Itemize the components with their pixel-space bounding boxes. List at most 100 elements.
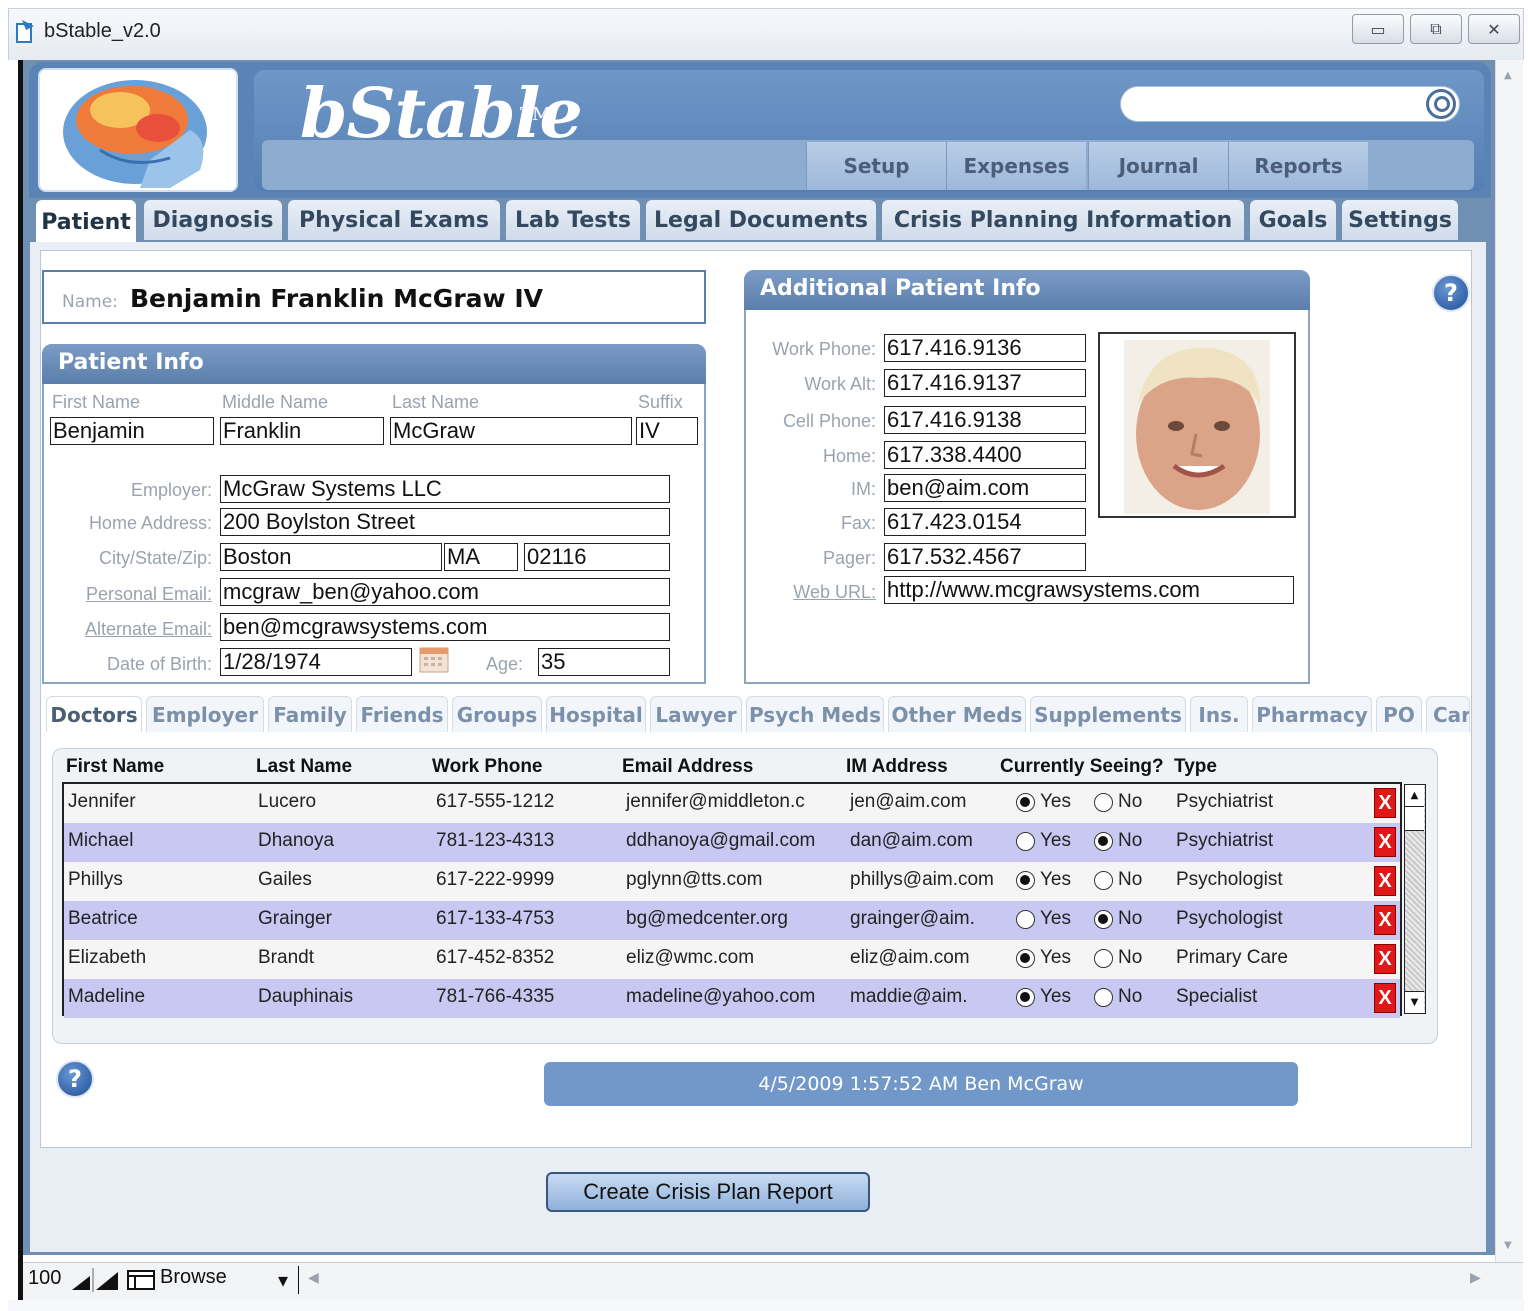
doctor-last-name[interactable]: Grainger [258,908,332,930]
table-row[interactable]: Beatrice Grainger 617-133-4753 bg@medcenter… [64,901,1400,940]
web-url-field[interactable]: http://www.mcgrawsystems.com [884,576,1294,604]
patient-photo-frame[interactable] [1098,332,1296,518]
table-row[interactable]: Madeline Dauphinais 781-766-4335 madeline@y… [64,979,1400,1018]
currently-seeing-yes-radio[interactable] [1016,871,1035,890]
doctor-email[interactable]: pglynn@tts.com [626,869,763,891]
doctor-first-name[interactable]: Phillys [68,869,123,891]
portal-scroll-up-icon[interactable]: ▲ [1405,785,1424,807]
doctor-work-phone[interactable]: 617-555-1212 [436,791,554,813]
work-alt-field[interactable]: 617.416.9137 [884,369,1086,397]
toolbar-toggle-icon[interactable] [126,1268,156,1292]
subtab-po[interactable]: PO [1376,696,1422,732]
tab-patient[interactable]: Patient [36,200,136,244]
tab-crisis-planning[interactable]: Crisis Planning Information [882,200,1244,240]
home-phone-field[interactable]: 617.338.4400 [884,441,1086,469]
subtab-friends[interactable]: Friends [356,696,448,732]
tab-settings[interactable]: Settings [1342,200,1458,240]
zip-field[interactable]: 02116 [524,543,670,571]
subtab-employer[interactable]: Employer [146,696,264,732]
search-input[interactable] [1135,93,1415,115]
first-name-field[interactable]: Benjamin [50,417,214,445]
subtab-doctors[interactable]: Doctors [46,696,142,732]
doctor-last-name[interactable]: Gailes [258,869,312,891]
doctor-first-name[interactable]: Michael [68,830,133,852]
currently-seeing-no-radio[interactable] [1094,910,1113,929]
subtab-psych-meds[interactable]: Psych Meds [746,696,884,732]
doctor-im[interactable]: phillys@aim.com [850,869,994,891]
doctor-type[interactable]: Psychiatrist [1176,791,1273,813]
nav-reports[interactable]: Reports [1228,142,1368,190]
scroll-right-icon[interactable]: ▶ [1470,1270,1481,1286]
doctor-type[interactable]: Psychologist [1176,908,1283,930]
scroll-down-icon[interactable]: ▼ [1504,1240,1512,1251]
subtab-lawyer[interactable]: Lawyer [650,696,742,732]
currently-seeing-yes-radio[interactable] [1016,793,1035,812]
subtab-insurance[interactable]: Ins. [1190,696,1248,732]
table-row[interactable]: Jennifer Lucero 617-555-1212 jennifer@middl… [64,784,1400,823]
doctor-last-name[interactable]: Brandt [258,947,314,969]
currently-seeing-no-radio[interactable] [1094,832,1113,851]
doctor-im[interactable]: grainger@aim. [850,908,975,930]
suffix-field[interactable]: IV [636,417,698,445]
tab-legal-documents[interactable]: Legal Documents [646,200,876,240]
doctor-first-name[interactable]: Madeline [68,986,145,1008]
doctor-last-name[interactable]: Dauphinais [258,986,353,1008]
age-field[interactable]: 35 [538,648,670,676]
last-name-field[interactable]: McGraw [390,417,632,445]
delete-row-icon[interactable]: X [1374,944,1396,974]
doctor-work-phone[interactable]: 617-452-8352 [436,947,554,969]
subtab-family[interactable]: Family [268,696,352,732]
table-row[interactable]: Phillys Gailes 617-222-9999 pglynn@tts.com p… [64,862,1400,901]
tab-physical-exams[interactable]: Physical Exams [288,200,500,240]
doctor-type[interactable]: Specialist [1176,986,1257,1008]
cell-phone-field[interactable]: 617.416.9138 [884,406,1086,434]
employer-field[interactable]: McGraw Systems LLC [220,475,670,503]
table-row[interactable]: Elizabeth Brandt 617-452-8352 eliz@wmc.com e… [64,940,1400,979]
scroll-up-icon[interactable]: ▲ [1504,70,1512,81]
currently-seeing-no-radio[interactable] [1094,793,1113,812]
doctor-type[interactable]: Psychiatrist [1176,830,1273,852]
doctor-im[interactable]: jen@aim.com [850,791,966,813]
state-field[interactable]: MA [444,543,518,571]
alternate-email-link[interactable]: Alternate Email: [50,619,212,640]
scroll-left-icon[interactable]: ◀ [308,1270,319,1286]
web-url-link[interactable]: Web URL: [748,582,876,603]
maximize-button[interactable]: ⧉ [1410,14,1462,44]
im-field[interactable]: ben@aim.com [884,474,1086,502]
nav-expenses[interactable]: Expenses [946,142,1086,190]
doctor-type[interactable]: Psychologist [1176,869,1283,891]
personal-email-link[interactable]: Personal Email: [50,584,212,605]
doctor-im[interactable]: eliz@aim.com [850,947,970,969]
doctor-email[interactable]: bg@medcenter.org [626,908,788,930]
city-field[interactable]: Boston [220,543,442,571]
dob-field[interactable]: 1/28/1974 [220,648,412,676]
zoom-level[interactable]: 100 [28,1267,61,1290]
vertical-scrollbar[interactable]: ▲ ▼ [1495,60,1523,1265]
doctor-last-name[interactable]: Lucero [258,791,316,813]
doctor-first-name[interactable]: Beatrice [68,908,138,930]
mode-selector[interactable]: Browse ▾ [160,1266,294,1294]
delete-row-icon[interactable]: X [1374,905,1396,935]
doctor-work-phone[interactable]: 617-222-9999 [436,869,554,891]
doctor-email[interactable]: jennifer@middleton.c [626,791,805,813]
portal-scrollbar[interactable]: ▲ ▼ [1404,784,1426,1014]
nav-setup[interactable]: Setup [806,142,946,190]
doctor-im[interactable]: dan@aim.com [850,830,973,852]
table-row[interactable]: Michael Dhanoya 781-123-4313 ddhanoya@gmail… [64,823,1400,862]
currently-seeing-no-radio[interactable] [1094,988,1113,1007]
doctor-work-phone[interactable]: 781-766-4335 [436,986,554,1008]
calendar-icon[interactable] [418,644,450,674]
pager-field[interactable]: 617.532.4567 [884,543,1086,571]
portal-scroll-down-icon[interactable]: ▼ [1405,991,1424,1013]
doctor-work-phone[interactable]: 781-123-4313 [436,830,554,852]
search-box[interactable] [1120,86,1460,122]
fax-field[interactable]: 617.423.0154 [884,508,1086,536]
doctor-im[interactable]: maddie@aim. [850,986,968,1008]
subtab-hospital[interactable]: Hospital [546,696,646,732]
doctor-last-name[interactable]: Dhanoya [258,830,334,852]
help-icon[interactable]: ? [1432,274,1470,312]
middle-name-field[interactable]: Franklin [220,417,384,445]
delete-row-icon[interactable]: X [1374,983,1396,1013]
create-crisis-plan-report-button[interactable]: Create Crisis Plan Report [546,1172,870,1212]
tab-diagnosis[interactable]: Diagnosis [144,200,282,240]
